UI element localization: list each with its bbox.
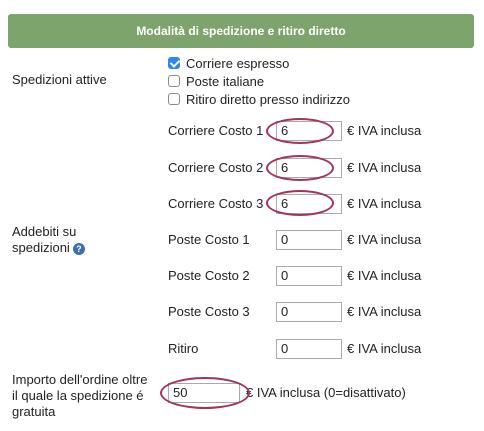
option-corriere-espresso[interactable]: Corriere espresso <box>168 55 289 71</box>
section-header: Modalità di spedizione e ritiro diretto <box>8 14 474 48</box>
gratuita-input[interactable]: 50 <box>168 383 240 403</box>
poste-costo-1-label: Poste Costo 1 <box>168 232 250 247</box>
addebiti-label-line2: spedizioni? <box>12 240 85 256</box>
checkbox-unchecked-icon[interactable] <box>168 93 180 105</box>
spedizioni-attive-label: Spedizioni attive <box>12 72 107 87</box>
gratuita-label-line3: gratuita <box>12 404 56 419</box>
corriere-costo-1-unit: € IVA inclusa <box>347 123 422 138</box>
poste-costo-2-input[interactable]: 0 <box>276 266 342 286</box>
corriere-costo-1-label: Corriere Costo 1 <box>168 123 264 138</box>
corriere-costo-1-input[interactable]: 6 <box>276 121 342 141</box>
corriere-costo-2-label: Corriere Costo 2 <box>168 160 264 175</box>
checkbox-checked-icon[interactable] <box>168 57 180 69</box>
ritiro-label: Ritiro <box>168 341 199 356</box>
ritiro-unit: € IVA inclusa <box>347 341 422 356</box>
addebiti-label-text: spedizioni <box>12 240 70 255</box>
help-icon[interactable]: ? <box>72 242 85 255</box>
option-label: Ritiro diretto presso indirizzo <box>186 91 351 107</box>
checkbox-unchecked-icon[interactable] <box>168 75 180 87</box>
corriere-costo-3-input[interactable]: 6 <box>276 194 342 214</box>
option-label: Poste italiane <box>186 73 265 89</box>
corriere-costo-2-unit: € IVA inclusa <box>347 160 422 175</box>
poste-costo-2-unit: € IVA inclusa <box>347 268 422 283</box>
gratuita-label-line2: il quale la spedizione é <box>12 388 144 403</box>
poste-costo-2-label: Poste Costo 2 <box>168 268 250 283</box>
addebiti-label: Addebiti su spedizioni? <box>12 224 85 256</box>
option-ritiro-diretto[interactable]: Ritiro diretto presso indirizzo <box>168 91 350 107</box>
gratuita-label: Importo dell'ordine oltre il quale la sp… <box>12 372 147 420</box>
poste-costo-1-unit: € IVA inclusa <box>347 232 422 247</box>
poste-costo-3-label: Poste Costo 3 <box>168 304 250 319</box>
poste-costo-3-unit: € IVA inclusa <box>347 304 422 319</box>
corriere-costo-3-label: Corriere Costo 3 <box>168 196 264 211</box>
option-poste-italiane[interactable]: Poste italiane <box>168 73 264 89</box>
corriere-costo-3-unit: € IVA inclusa <box>347 196 422 211</box>
option-label: Corriere espresso <box>186 55 290 71</box>
gratuita-label-line1: Importo dell'ordine oltre <box>12 372 148 387</box>
poste-costo-1-input[interactable]: 0 <box>276 230 342 250</box>
ritiro-input[interactable]: 0 <box>276 339 342 359</box>
section-title: Modalità di spedizione e ritiro diretto <box>136 24 346 38</box>
gratuita-unit: € IVA inclusa (0=disattivato) <box>246 385 406 400</box>
poste-costo-3-input[interactable]: 0 <box>276 302 342 322</box>
addebiti-label-line1: Addebiti su <box>12 224 77 239</box>
corriere-costo-2-input[interactable]: 6 <box>276 158 342 178</box>
